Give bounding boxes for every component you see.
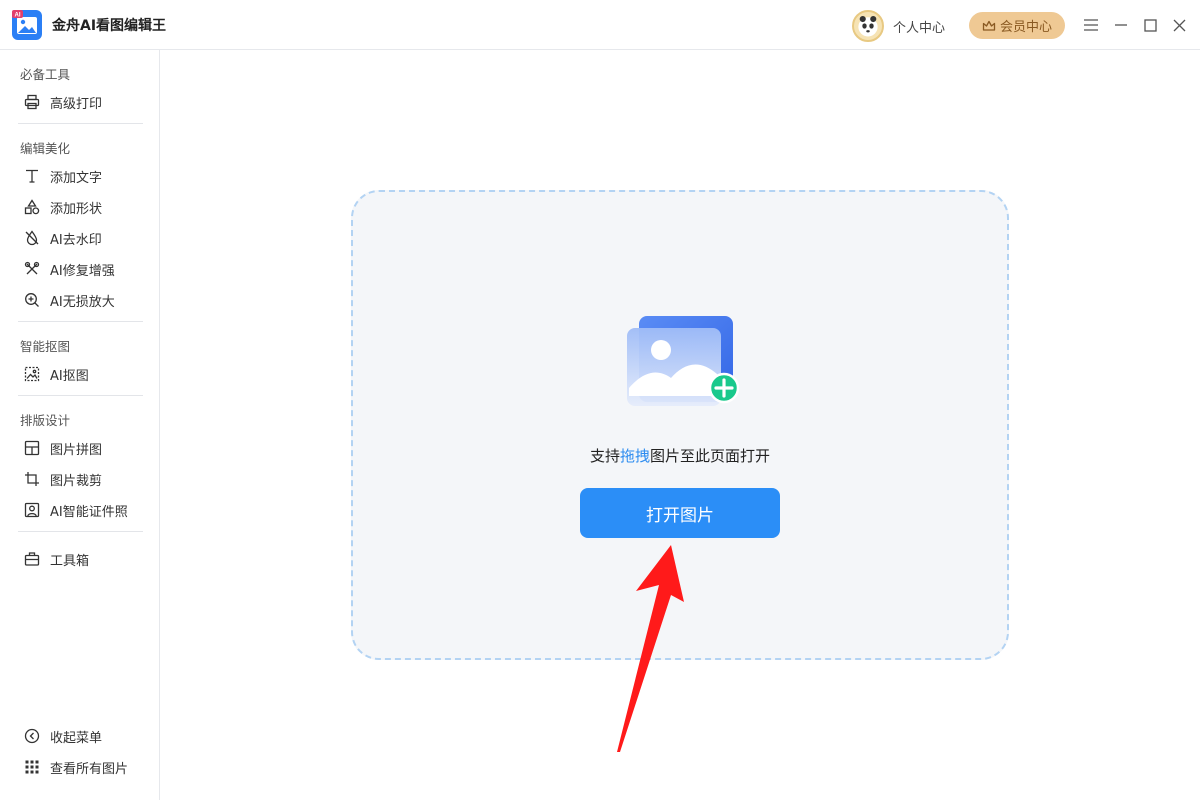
divider	[18, 123, 143, 124]
hamburger-icon	[1084, 19, 1098, 31]
section-title-cutout: 智能抠图	[20, 339, 71, 354]
printer-icon	[24, 94, 40, 110]
vip-center-button[interactable]: 会员中心	[969, 12, 1065, 39]
sidebar-item-label: AI无损放大	[50, 294, 115, 310]
collage-icon	[24, 440, 40, 456]
sidebar-item-label: AI去水印	[50, 232, 102, 248]
sidebar-item-toolbox[interactable]: 工具箱	[16, 545, 146, 573]
section-title-edit: 编辑美化	[20, 141, 71, 156]
shapes-icon	[24, 199, 40, 215]
sidebar: 必备工具 高级打印 编辑美化 添加文字 添加形状 AI去水印 AI修复增强 AI…	[0, 50, 160, 800]
toolbox-icon	[24, 551, 40, 567]
crop-icon	[24, 471, 40, 487]
hint-prefix: 支持	[589, 447, 620, 465]
user-center-link[interactable]: 个人中心	[893, 17, 945, 36]
sidebar-item-id-photo[interactable]: AI智能证件照	[16, 496, 146, 524]
minimize-icon	[1115, 24, 1127, 26]
sidebar-item-crop[interactable]: 图片裁剪	[16, 465, 146, 493]
sidebar-item-label: AI修复增强	[50, 263, 115, 279]
cutout-icon	[24, 366, 40, 382]
title-bar: AI 金舟AI看图编辑王 个人中心 会员中心	[0, 0, 1200, 50]
collapse-icon	[24, 728, 40, 744]
sidebar-item-label: AI智能证件照	[50, 504, 128, 520]
hint-suffix: 图片至此页面打开	[650, 447, 771, 465]
red-arrow-annotation-icon	[617, 545, 684, 752]
sidebar-item-label: 添加形状	[50, 201, 103, 217]
crown-icon	[982, 20, 996, 31]
app-title: 金舟AI看图编辑王	[52, 18, 167, 34]
hint-accent: 拖拽	[619, 447, 650, 465]
sidebar-item-ai-upscale[interactable]: AI无损放大	[16, 286, 146, 314]
sidebar-item-ai-repair[interactable]: AI修复增强	[16, 255, 146, 283]
sidebar-item-label: 图片拼图	[50, 442, 103, 458]
grid-icon	[24, 759, 40, 775]
repair-icon	[24, 261, 40, 277]
sidebar-item-label: 查看所有图片	[50, 761, 129, 777]
close-button[interactable]	[1168, 14, 1190, 36]
app-logo-icon: AI	[12, 10, 42, 40]
divider	[18, 321, 143, 322]
divider	[18, 395, 143, 396]
divider	[18, 531, 143, 532]
sidebar-item-collage[interactable]: 图片拼图	[16, 434, 146, 462]
sidebar-item-label: 图片裁剪	[50, 473, 103, 489]
minimize-button[interactable]	[1110, 14, 1132, 36]
drag-hint-text: 支持拖拽图片至此页面打开	[353, 445, 1007, 466]
sidebar-item-label: 添加文字	[50, 170, 103, 186]
sidebar-item-ai-cutout[interactable]: AI抠图	[16, 360, 146, 388]
sidebar-item-label: AI抠图	[50, 368, 89, 384]
menu-button[interactable]	[1080, 14, 1102, 36]
section-title-essential: 必备工具	[20, 67, 71, 82]
sidebar-item-view-all-images[interactable]: 查看所有图片	[16, 753, 146, 781]
sidebar-item-label: 高级打印	[50, 96, 103, 112]
sidebar-item-advanced-print[interactable]: 高级打印	[16, 88, 146, 116]
open-image-button[interactable]: 打开图片	[580, 488, 780, 538]
maximize-icon	[1143, 18, 1157, 32]
sidebar-item-add-text[interactable]: 添加文字	[16, 162, 146, 190]
id-photo-icon	[24, 502, 40, 518]
close-icon	[1173, 19, 1185, 31]
section-title-layout: 排版设计	[20, 413, 71, 428]
sidebar-item-add-shape[interactable]: 添加形状	[16, 193, 146, 221]
sidebar-item-label: 收起菜单	[50, 730, 103, 746]
zoom-in-icon	[24, 292, 40, 308]
sidebar-item-remove-watermark[interactable]: AI去水印	[16, 224, 146, 252]
watermark-icon	[24, 230, 40, 246]
avatar[interactable]	[852, 10, 884, 42]
svg-text:AI: AI	[15, 13, 21, 19]
text-icon	[24, 168, 40, 184]
vip-center-label: 会员中心	[999, 20, 1052, 35]
add-image-illustration-icon	[627, 316, 740, 406]
sidebar-item-label: 工具箱	[50, 553, 90, 569]
sidebar-item-collapse-menu[interactable]: 收起菜单	[16, 722, 146, 750]
maximize-button[interactable]	[1139, 14, 1161, 36]
